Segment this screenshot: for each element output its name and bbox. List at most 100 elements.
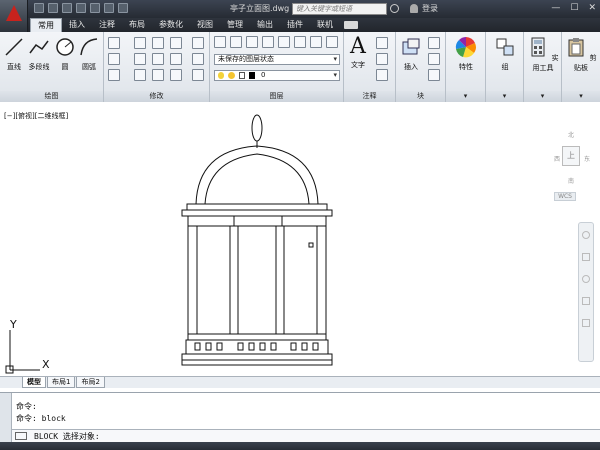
layer-state-icon[interactable]	[230, 36, 242, 48]
clipboard-button[interactable]: 剪贴板	[564, 36, 598, 73]
user-icon	[410, 4, 418, 13]
copy-icon[interactable]	[134, 53, 146, 65]
steering-wheel-icon[interactable]	[582, 231, 590, 239]
ribbon-tab[interactable]: 联机	[310, 18, 340, 32]
viewcube-south[interactable]: 南	[568, 176, 574, 185]
sun-icon	[228, 72, 235, 79]
text-tool-button[interactable]: A 文字	[346, 36, 370, 70]
move-icon[interactable]	[134, 37, 146, 49]
layer-isolate-icon[interactable]	[246, 36, 258, 48]
mirror-icon[interactable]	[152, 53, 164, 65]
ribbon-tab[interactable]: 插件	[280, 18, 310, 32]
close-button[interactable]: ✕	[588, 3, 596, 13]
open-icon[interactable]	[48, 3, 58, 13]
explode-icon[interactable]	[192, 53, 204, 65]
ribbon-tab[interactable]: 注释	[92, 18, 122, 32]
command-customize-icon[interactable]	[15, 432, 27, 440]
maximize-button[interactable]: ☐	[570, 3, 578, 13]
circle-tool-button[interactable]: 圆	[54, 36, 76, 72]
search-icon[interactable]	[390, 4, 399, 13]
viewcube-face-top[interactable]: 上	[562, 146, 580, 166]
viewcube-east[interactable]: 东	[584, 154, 590, 163]
trim-icon[interactable]	[170, 37, 182, 49]
pan-icon[interactable]	[582, 253, 590, 261]
draw-panel-title[interactable]: 绘图	[0, 91, 103, 102]
orbit-icon[interactable]	[582, 297, 590, 305]
clipboard-dropdown[interactable]: ▾	[562, 91, 600, 102]
ribbon-tab[interactable]: 参数化	[152, 18, 190, 32]
modify-panel-title[interactable]: 修改	[104, 91, 209, 102]
layer-match-icon[interactable]	[310, 36, 322, 48]
utilities-button[interactable]: 实用工具	[525, 36, 561, 73]
ribbon-tab[interactable]: 插入	[62, 18, 92, 32]
wcs-dropdown[interactable]: WCS	[554, 192, 576, 201]
showmotion-icon[interactable]	[582, 319, 590, 327]
redo-icon[interactable]	[118, 3, 128, 13]
minimize-button[interactable]: —	[551, 3, 560, 13]
properties-button[interactable]: 特性	[451, 36, 481, 72]
ribbon-minimize-toggle-icon[interactable]	[344, 21, 358, 29]
leader-icon[interactable]	[376, 53, 388, 65]
rotate-icon[interactable]	[152, 37, 164, 49]
layout-tab[interactable]: 模型	[22, 377, 46, 388]
ribbon-tab-bar: 常用 插入 注释 布局 参数化 视图 管理 输出 插件 联机	[0, 18, 600, 32]
viewcube-west[interactable]: 西	[554, 154, 560, 163]
table-icon[interactable]	[376, 69, 388, 81]
new-icon[interactable]	[34, 3, 44, 13]
ribbon-tab[interactable]: 管理	[220, 18, 250, 32]
dimension-icon[interactable]	[376, 37, 388, 49]
rectangle-icon[interactable]	[108, 37, 120, 49]
ellipse-icon[interactable]	[108, 53, 120, 65]
fillet-icon[interactable]	[170, 53, 182, 65]
block-panel-title[interactable]: 块	[396, 91, 445, 102]
draw-panel: 直线 多段线 圆 圆弧 绘图	[0, 32, 104, 102]
drawing-canvas[interactable]: [−][俯视][二维线框] Y X 北 西 上 东 南 WCS	[0, 108, 600, 376]
layer-lock-icon[interactable]	[294, 36, 306, 48]
viewcube-north[interactable]: 北	[568, 130, 574, 139]
command-input[interactable]: BLOCK 选择对象:	[12, 429, 600, 442]
utilities-dropdown[interactable]: ▾	[524, 91, 561, 102]
ribbon-tab[interactable]: 输出	[250, 18, 280, 32]
line-tool-button[interactable]: 直线	[3, 36, 25, 72]
layer-freeze-icon[interactable]	[278, 36, 290, 48]
edit-block-icon[interactable]	[428, 53, 440, 65]
array-icon[interactable]	[170, 69, 182, 81]
annotation-panel-title[interactable]: 注释	[344, 91, 395, 102]
view-cube[interactable]: 北 西 上 东 南	[552, 114, 592, 204]
undo-icon[interactable]	[104, 3, 114, 13]
layer-properties-icon[interactable]	[214, 36, 226, 48]
ribbon-tabs: 常用 插入 注释 布局 参数化 视图 管理 输出 插件 联机	[30, 18, 362, 32]
save-as-icon[interactable]	[76, 3, 86, 13]
erase-icon[interactable]	[192, 37, 204, 49]
command-window-gutter[interactable]	[0, 393, 12, 443]
navigation-bar[interactable]	[578, 222, 594, 362]
save-icon[interactable]	[62, 3, 72, 13]
layer-off-icon[interactable]	[262, 36, 274, 48]
group-button[interactable]: 组	[492, 36, 518, 72]
print-icon[interactable]	[90, 3, 100, 13]
properties-dropdown[interactable]: ▾	[446, 91, 485, 102]
arc-tool-button[interactable]: 圆弧	[78, 36, 100, 72]
ucs-icon	[5, 330, 40, 374]
login-button[interactable]: 登录	[422, 3, 438, 14]
application-menu-button[interactable]	[0, 0, 28, 32]
ribbon-tab[interactable]: 视图	[190, 18, 220, 32]
search-input[interactable]: 键入关键字或短语	[292, 3, 387, 15]
block-attribute-icon[interactable]	[428, 69, 440, 81]
scale-icon[interactable]	[152, 69, 164, 81]
layer-previous-icon[interactable]	[326, 36, 338, 48]
layout-tab[interactable]: 布局1	[47, 377, 76, 388]
offset-icon[interactable]	[192, 69, 204, 81]
layer-state-dropdown[interactable]: 未保存的图层状态	[214, 54, 340, 65]
insert-block-button[interactable]: 插入	[398, 36, 424, 72]
zoom-icon[interactable]	[582, 275, 590, 283]
layers-panel-title[interactable]: 图层	[210, 91, 343, 102]
ribbon-tab[interactable]: 布局	[122, 18, 152, 32]
hatch-icon[interactable]	[108, 69, 120, 81]
stretch-icon[interactable]	[134, 69, 146, 81]
create-block-icon[interactable]	[428, 37, 440, 49]
ribbon-tab[interactable]: 常用	[30, 18, 62, 32]
groups-dropdown[interactable]: ▾	[486, 91, 523, 102]
layout-tab[interactable]: 布局2	[76, 377, 105, 388]
polyline-tool-button[interactable]: 多段线	[25, 36, 53, 72]
